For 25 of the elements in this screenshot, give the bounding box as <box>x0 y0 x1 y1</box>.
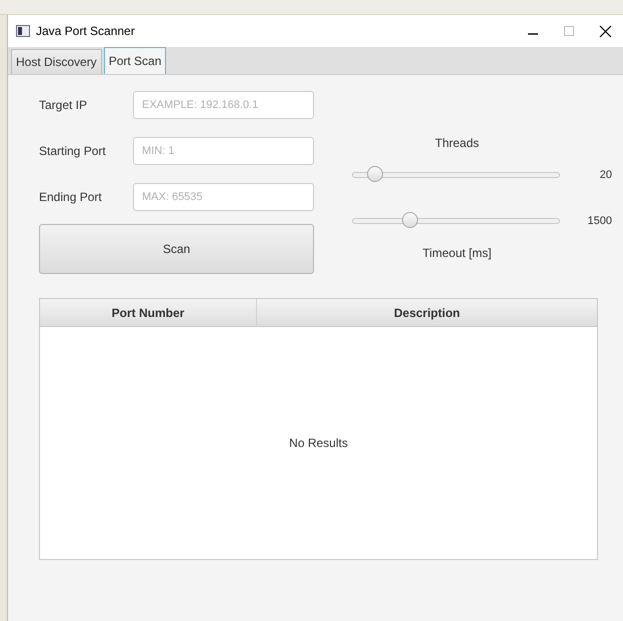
field-label: Starting Port <box>39 143 107 160</box>
input-field[interactable]: MIN: 1 <box>133 137 314 165</box>
column-header: Description <box>392 304 461 322</box>
input-field[interactable]: MAX: 65535 <box>133 183 314 211</box>
maximize-icon <box>563 25 575 37</box>
slider-value: 20 <box>600 168 612 183</box>
app-icon <box>16 25 30 37</box>
tab[interactable]: Host Discovery <box>11 49 102 74</box>
field-label: Target IP <box>39 97 88 114</box>
empty-message: No Results <box>289 435 348 452</box>
slider-thumb[interactable] <box>367 166 384 182</box>
scan-button[interactable]: Scan <box>39 224 314 274</box>
window-title: Java Port Scanner <box>36 23 135 40</box>
slider-caption: Threads <box>434 136 480 150</box>
slider-value: 1500 <box>588 214 612 229</box>
minimize-icon <box>528 33 538 35</box>
slider[interactable] <box>352 212 560 230</box>
slider-caption: Timeout [ms] <box>422 246 492 260</box>
input-field[interactable]: EXAMPLE: 192.168.0.1 <box>133 91 314 119</box>
slider[interactable] <box>352 166 560 184</box>
field-label: Ending Port <box>39 189 103 206</box>
column-header: Port Number <box>40 299 257 326</box>
tab[interactable]: Port Scan <box>104 47 166 74</box>
slider-thumb[interactable] <box>402 212 418 228</box>
close-icon <box>598 24 612 38</box>
